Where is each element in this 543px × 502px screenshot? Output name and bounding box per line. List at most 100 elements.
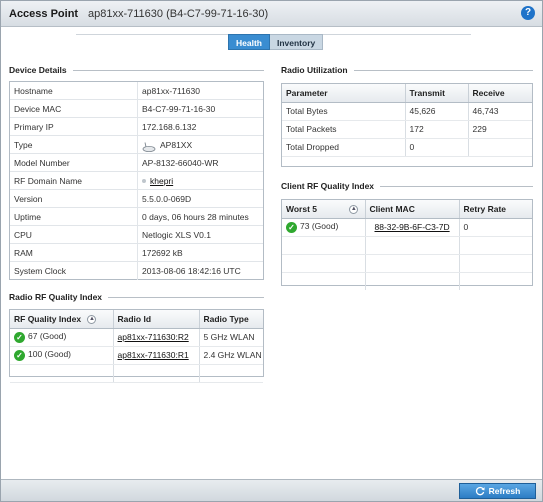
details-value: Netlogic XLS V0.1 — [137, 226, 263, 243]
column-header[interactable]: Client MAC — [365, 200, 460, 219]
empty-cell — [199, 364, 263, 383]
empty-cell — [365, 254, 460, 273]
transmit-cell: 45,626 — [405, 102, 469, 121]
empty-cell — [113, 364, 200, 383]
receive-cell: 229 — [468, 120, 532, 139]
column-header[interactable]: Radio Type — [199, 310, 263, 329]
empty-cell — [282, 272, 366, 290]
refresh-label: Refresh — [488, 486, 521, 496]
empty-cell — [10, 364, 114, 383]
details-row-ip: Primary IP 172.168.6.132 — [10, 118, 263, 136]
panel-header: Access Point ap81xx-711630 (B4-C7-99-71-… — [1, 1, 542, 27]
client-mac-cell: 88-32-9B-6F-C3-7D — [365, 218, 460, 237]
table-row: Total Bytes 45,626 46,743 — [282, 102, 532, 121]
device-details-table: Hostname ap81xx-711630 Device MAC B4-C7-… — [9, 81, 264, 280]
radio-id-link[interactable]: ap81xx-711630:R1 — [118, 350, 189, 360]
help-icon[interactable]: ? — [521, 6, 535, 20]
page-subtitle: ap81xx-711630 (B4-C7-99-71-16-30) — [88, 8, 269, 20]
device-details-heading: Device Details — [9, 65, 264, 75]
quality-value: 67 (Good) — [28, 331, 67, 342]
details-value: 2013-08-06 18:42:16 UTC — [137, 262, 263, 280]
access-point-panel: Access Point ap81xx-711630 (B4-C7-99-71-… — [0, 0, 543, 502]
details-row-ram: RAM 172692 kB — [10, 244, 263, 262]
refresh-icon — [475, 486, 485, 496]
details-key: Version — [14, 194, 43, 204]
details-key: RF Domain Name — [14, 176, 83, 186]
table-row-empty — [282, 254, 532, 273]
table-row-empty — [282, 236, 532, 255]
empty-cell — [365, 236, 460, 255]
details-value-cell: AP81XX — [137, 136, 263, 153]
check-good-icon: ✓ — [286, 221, 297, 233]
details-row-type: Type AP81XX — [10, 136, 263, 154]
radio-id-cell: ap81xx-711630:R1 — [113, 346, 200, 365]
details-key: Type — [14, 140, 33, 150]
tab-inventory[interactable]: Inventory — [269, 34, 324, 50]
radio-rf-title: Radio RF Quality Index — [9, 292, 103, 302]
domain-icon — [142, 178, 146, 183]
radio-id-link[interactable]: ap81xx-711630:R2 — [118, 332, 189, 342]
check-good-icon: ✓ — [14, 349, 25, 361]
radio-type-cell: 2.4 GHz WLAN — [199, 346, 263, 365]
details-row-cpu: CPU Netlogic XLS V0.1 — [10, 226, 263, 244]
client-rf-table: Worst 5 ▲ Client MAC Retry Rate ✓ 73 (Goo… — [281, 199, 533, 290]
details-row-hostname: Hostname ap81xx-711630 — [10, 82, 263, 100]
tab-bar: Health Inventory — [228, 34, 324, 50]
divider — [72, 69, 264, 71]
details-key: Uptime — [14, 212, 41, 222]
radio-rf-heading: Radio RF Quality Index — [9, 292, 264, 302]
column-header[interactable]: Radio Id — [113, 310, 200, 329]
rf-domain-link[interactable]: khepri — [150, 172, 173, 190]
divider — [353, 69, 533, 71]
details-value: ap81xx-711630 — [137, 82, 263, 99]
client-rf-heading: Client RF Quality Index — [281, 181, 533, 191]
quality-value: 100 (Good) — [28, 349, 71, 360]
param-cell: Total Bytes — [282, 102, 406, 121]
details-value: B4-C7-99-71-16-30 — [137, 100, 263, 117]
table-row-empty — [282, 272, 532, 290]
transmit-cell: 0 — [405, 138, 469, 157]
details-row-clock: System Clock 2013-08-06 18:42:16 UTC — [10, 262, 263, 280]
column-header[interactable]: Receive — [468, 84, 532, 103]
details-key: Hostname — [14, 86, 53, 96]
divider — [380, 185, 533, 187]
empty-cell — [282, 236, 366, 255]
retry-rate-cell: 0 — [459, 218, 532, 237]
quality-value: 73 (Good) — [300, 221, 339, 232]
details-row-model: Model Number AP-8132-66040-WR — [10, 154, 263, 172]
details-key: RAM — [14, 248, 33, 258]
column-header-label: RF Quality Index — [14, 313, 82, 324]
param-cell: Total Dropped — [282, 138, 406, 157]
quality-cell: ✓ 73 (Good) — [282, 218, 366, 237]
column-header[interactable]: RF Quality Index ▲ — [10, 310, 114, 329]
details-value: AP-8132-66040-WR — [137, 154, 263, 171]
radio-util-title: Radio Utilization — [281, 65, 348, 75]
empty-cell — [282, 254, 366, 273]
column-header[interactable]: Worst 5 ▲ — [282, 200, 366, 219]
sort-up-icon[interactable]: ▲ — [349, 204, 359, 214]
details-row-mac: Device MAC B4-C7-99-71-16-30 — [10, 100, 263, 118]
column-header[interactable]: Transmit — [405, 84, 469, 103]
device-details-title: Device Details — [9, 65, 67, 75]
tab-health[interactable]: Health — [228, 34, 270, 50]
refresh-button[interactable]: Refresh — [459, 483, 536, 499]
table-row[interactable]: ✓ 67 (Good) ap81xx-711630:R2 5 GHz WLAN — [10, 328, 263, 347]
column-header[interactable]: Parameter — [282, 84, 406, 103]
client-mac-link[interactable]: 88-32-9B-6F-C3-7D — [375, 222, 450, 232]
page-title: Access Point — [9, 8, 79, 20]
details-value: 172.168.6.132 — [137, 118, 263, 135]
details-value-cell: khepri — [137, 172, 263, 189]
details-key: CPU — [14, 230, 32, 240]
details-key: System Clock — [14, 266, 66, 276]
details-key: Model Number — [14, 158, 70, 168]
column-header[interactable]: Retry Rate — [459, 200, 532, 219]
details-row-rf-domain: RF Domain Name khepri — [10, 172, 263, 190]
details-value: 0 days, 06 hours 28 minutes — [137, 208, 263, 225]
details-key: Device MAC — [14, 104, 62, 114]
transmit-cell: 172 — [405, 120, 469, 139]
sort-up-icon[interactable]: ▲ — [87, 314, 97, 324]
client-rf-title: Client RF Quality Index — [281, 181, 375, 191]
table-row[interactable]: ✓ 100 (Good) ap81xx-711630:R1 2.4 GHz WLA… — [10, 346, 263, 365]
table-row[interactable]: ✓ 73 (Good) 88-32-9B-6F-C3-7D 0 — [282, 218, 532, 237]
empty-cell — [459, 272, 532, 290]
